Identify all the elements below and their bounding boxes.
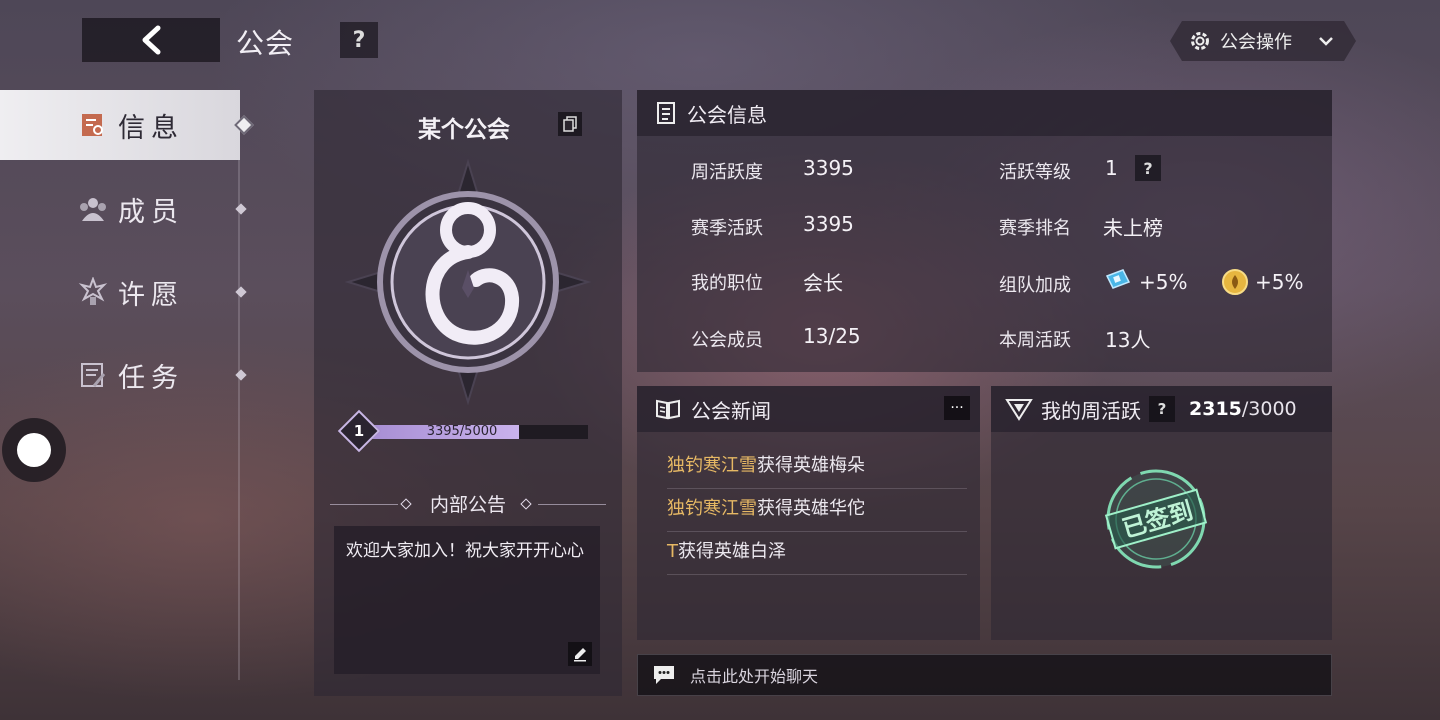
weekly-header: 我的周活跃 ? 2315/3000: [991, 386, 1332, 432]
guild-operations-dropdown[interactable]: 公会操作: [1170, 21, 1356, 61]
divider-line: [538, 504, 606, 505]
floating-assistive-button[interactable]: [2, 418, 66, 482]
document-icon: [657, 102, 675, 124]
chat-bubble-icon: [654, 666, 674, 684]
sidebar-item-task[interactable]: 任务: [0, 340, 247, 410]
guild-news-panel: 公会新闻 ··· 独钓寒江雪获得英雄梅朵 独钓寒江雪获得英雄华佗 T获得英雄白泽: [637, 386, 980, 640]
sidebar-item-label: 信息: [118, 112, 184, 144]
help-button[interactable]: ?: [340, 22, 378, 58]
book-icon: [656, 399, 680, 420]
team-bonus-label: 组队加成: [999, 275, 1071, 296]
guild-news-title: 公会新闻: [691, 398, 771, 423]
activity-level-value: 1: [1105, 156, 1118, 180]
guild-level-bar: 3395/5000 1: [337, 409, 594, 453]
news-item: 独钓寒江雪获得英雄华佗: [667, 489, 967, 532]
nav-dot: [235, 286, 247, 298]
season-activity-value: 3395: [803, 212, 854, 236]
chat-placeholder: 点击此处开始聊天: [690, 667, 819, 686]
guild-info-title: 公会信息: [687, 102, 767, 127]
notice-box: 欢迎大家加入！祝大家开开心心: [334, 526, 600, 674]
back-arrow-icon: [142, 25, 161, 55]
floating-button-dot: [17, 433, 51, 467]
guild-info-panel: 公会信息 周活跃度 3395 赛季活跃 3395 我的职位 会长 公会成员 13…: [637, 90, 1332, 372]
wish-icon: [78, 277, 108, 307]
season-rank-value: 未上榜: [1103, 216, 1163, 240]
notice-text: 欢迎大家加入！祝大家开开心心: [346, 541, 584, 561]
weekly-activity-label: 周活跃度: [691, 162, 763, 183]
news-player-name: 独钓寒江雪: [667, 455, 757, 476]
week-active-value: 13人: [1105, 328, 1151, 352]
back-button[interactable]: [82, 18, 220, 62]
guild-card-panel: 某个公会 3395/5000 1 内部公告 欢迎大家加入！祝大家开开心心: [314, 90, 622, 696]
activity-level-label: 活跃等级: [999, 162, 1071, 183]
chat-input-bar[interactable]: 点击此处开始聊天: [637, 654, 1332, 696]
sidebar-item-label: 许愿: [118, 279, 184, 311]
copy-button[interactable]: [558, 112, 582, 136]
more-button[interactable]: ···: [944, 396, 970, 420]
copy-icon: [563, 116, 577, 132]
weekly-activity-value: 3395: [803, 156, 854, 180]
news-item: T获得英雄白泽: [667, 532, 967, 575]
triangle-emblem-icon: [1005, 399, 1033, 421]
weekly-count: 2315/3000: [1189, 398, 1297, 420]
week-active-label: 本周活跃: [999, 330, 1071, 351]
weekly-current: 2315: [1189, 398, 1242, 420]
pencil-icon: [574, 648, 586, 662]
news-item: 独钓寒江雪获得英雄梅朵: [667, 446, 967, 489]
sidebar-item-info[interactable]: 信息: [0, 90, 254, 160]
coin-icon: [1222, 269, 1248, 295]
exp-track: 3395/5000: [372, 425, 588, 439]
ticket-icon: [1105, 269, 1131, 289]
guild-news-header: 公会新闻: [637, 386, 980, 432]
sidebar-item-members[interactable]: 成员: [0, 174, 247, 244]
guild-info-header: 公会信息: [637, 90, 1332, 136]
guild-operations-label: 公会操作: [1220, 32, 1292, 53]
season-rank-label: 赛季排名: [999, 218, 1071, 239]
weekly-help-button[interactable]: ?: [1149, 396, 1175, 422]
news-player-name: T: [667, 541, 678, 562]
news-text: 获得英雄华佗: [757, 498, 865, 519]
season-activity-label: 赛季活跃: [691, 218, 763, 239]
nav-dot: [235, 203, 247, 215]
news-text: 获得英雄梅朵: [757, 455, 865, 476]
members-label: 公会成员: [691, 330, 763, 351]
page-title: 公会: [236, 27, 295, 60]
members-icon: [78, 194, 108, 224]
team-bonus-coin-value: +5%: [1255, 270, 1304, 294]
guild-emblem-icon: [344, 158, 592, 406]
chevron-down-icon: [1318, 35, 1334, 47]
sidebar-item-wish[interactable]: 许愿: [0, 257, 247, 327]
my-weekly-activity-panel: 我的周活跃 ? 2315/3000 已签到: [991, 386, 1332, 640]
news-text: 获得英雄白泽: [678, 541, 786, 562]
guild-name: 某个公会: [418, 117, 510, 143]
task-icon: [78, 360, 108, 390]
my-position-value: 会长: [803, 271, 843, 295]
members-value: 13/25: [803, 324, 861, 348]
gear-icon: [1188, 29, 1212, 53]
level-number: 1: [353, 422, 365, 440]
nav-dot: [235, 369, 247, 381]
sidebar-item-label: 成员: [118, 196, 184, 228]
weekly-title: 我的周活跃: [1041, 398, 1141, 423]
weekly-total: /3000: [1241, 398, 1297, 420]
news-player-name: 独钓寒江雪: [667, 498, 757, 519]
edit-notice-button[interactable]: [568, 642, 592, 666]
team-bonus-ticket-value: +5%: [1139, 270, 1188, 294]
activity-level-help-button[interactable]: ?: [1135, 155, 1161, 181]
info-icon: [78, 110, 108, 140]
active-indicator: [234, 115, 254, 135]
sidebar-item-label: 任务: [118, 362, 184, 394]
my-position-label: 我的职位: [691, 273, 763, 294]
exp-text: 3395/5000: [426, 424, 498, 439]
